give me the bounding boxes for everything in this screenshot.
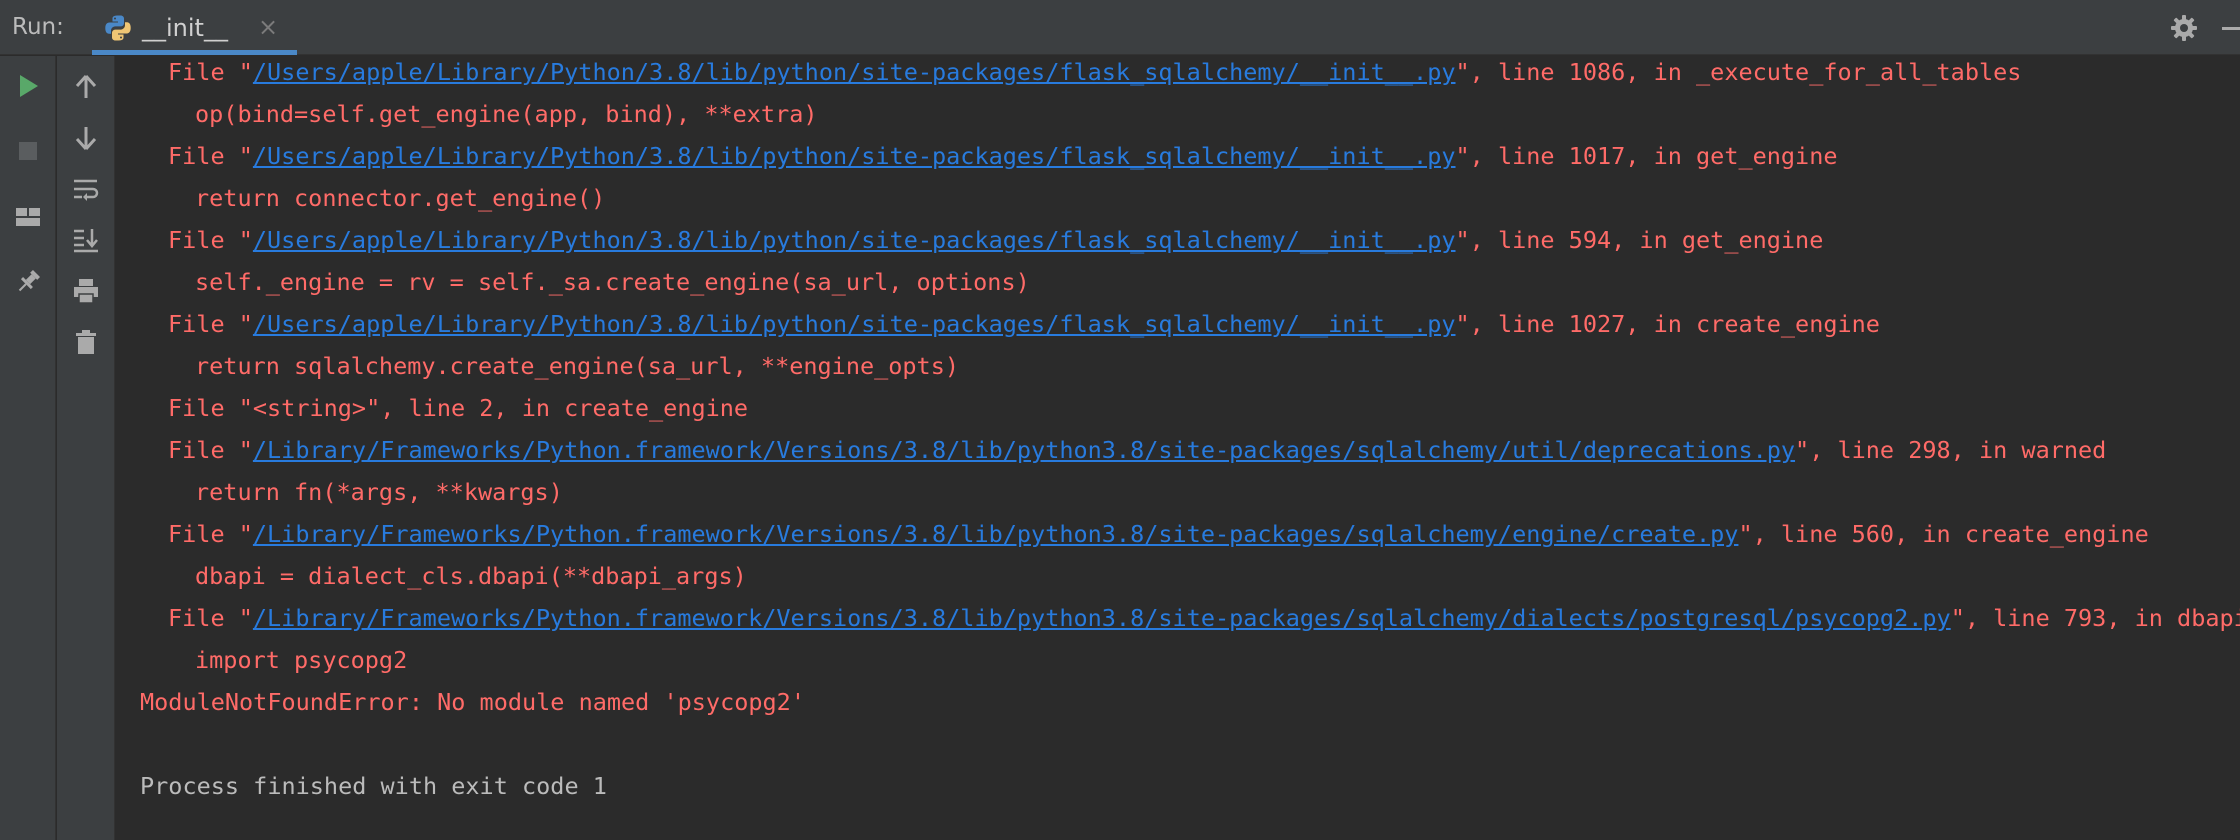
arrow-down-icon[interactable] xyxy=(71,123,101,153)
traceback-code-line: return connector.get_engine() xyxy=(195,184,606,212)
console-actions-toolbar xyxy=(57,56,115,840)
file-link[interactable]: /Library/Frameworks/Python.framework/Ver… xyxy=(253,520,1739,548)
layout-icon[interactable] xyxy=(13,202,43,232)
gear-icon[interactable] xyxy=(2170,14,2198,42)
soft-wrap-icon[interactable] xyxy=(71,174,101,204)
file-link[interactable]: /Library/Frameworks/Python.framework/Ver… xyxy=(253,436,1795,464)
minimize-icon[interactable] xyxy=(2222,27,2240,30)
traceback-file-line: File "/Users/apple/Library/Python/3.8/li… xyxy=(168,58,2022,86)
tab-init[interactable]: __init__ × xyxy=(92,0,297,55)
traceback-file-line: File "/Library/Frameworks/Python.framewo… xyxy=(168,604,2240,632)
run-tool-window-header: Run: __init__ × xyxy=(0,0,2240,55)
file-link[interactable]: /Library/Frameworks/Python.framework/Ver… xyxy=(253,604,1951,632)
traceback-code-line: self._engine = rv = self._sa.create_engi… xyxy=(195,268,1030,296)
trash-icon[interactable] xyxy=(71,327,101,357)
file-link[interactable]: /Users/apple/Library/Python/3.8/lib/pyth… xyxy=(253,226,1456,254)
traceback-file-line: File "/Users/apple/Library/Python/3.8/li… xyxy=(168,142,1838,170)
file-link[interactable]: /Users/apple/Library/Python/3.8/lib/pyth… xyxy=(253,142,1456,170)
play-icon[interactable] xyxy=(13,71,43,101)
traceback-file-line: File "/Library/Frameworks/Python.framewo… xyxy=(168,436,2107,464)
traceback-code-line: op(bind=self.get_engine(app, bind), **ex… xyxy=(195,100,818,128)
stop-icon[interactable] xyxy=(13,136,43,166)
arrow-up-icon[interactable] xyxy=(71,72,101,102)
error-message: ModuleNotFoundError: No module named 'ps… xyxy=(140,688,805,716)
traceback-code-line: import psycopg2 xyxy=(195,646,408,674)
traceback-code-line: return fn(*args, **kwargs) xyxy=(195,478,563,506)
tab-title: __init__ xyxy=(142,14,228,42)
file-link[interactable]: /Users/apple/Library/Python/3.8/lib/pyth… xyxy=(253,58,1456,86)
traceback-file-line: File "/Users/apple/Library/Python/3.8/li… xyxy=(168,226,1824,254)
python-icon xyxy=(105,15,131,41)
traceback-file-line: File "/Users/apple/Library/Python/3.8/li… xyxy=(168,310,1880,338)
scroll-to-end-icon[interactable] xyxy=(71,225,101,255)
traceback-file-line: File "/Library/Frameworks/Python.framewo… xyxy=(168,520,2149,548)
print-icon[interactable] xyxy=(71,276,101,306)
run-actions-toolbar xyxy=(0,56,56,840)
file-link[interactable]: /Users/apple/Library/Python/3.8/lib/pyth… xyxy=(253,310,1456,338)
traceback-code-line: return sqlalchemy.create_engine(sa_url, … xyxy=(195,352,960,380)
process-exit-message: Process finished with exit code 1 xyxy=(140,772,607,800)
close-icon[interactable]: × xyxy=(258,13,278,41)
traceback-code-line: dbapi = dialect_cls.dbapi(**dbapi_args) xyxy=(195,562,747,590)
pin-icon[interactable] xyxy=(13,267,43,297)
traceback-file-line: File "<string>", line 2, in create_engin… xyxy=(168,394,749,422)
run-label: Run: xyxy=(12,14,64,40)
